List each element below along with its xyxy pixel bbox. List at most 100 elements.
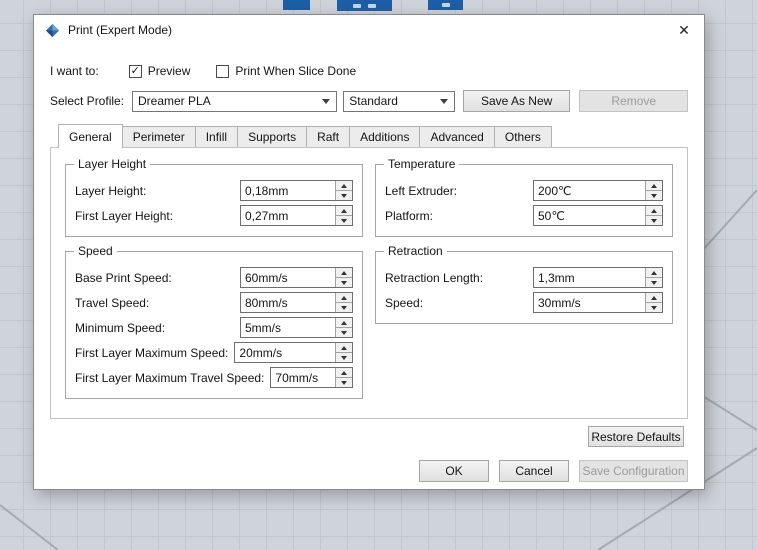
- dialog-titlebar[interactable]: Print (Expert Mode) ✕: [34, 15, 704, 45]
- base-print-speed-spinbox[interactable]: 60mm/s: [240, 267, 353, 288]
- toolbar-icon-fragment: [353, 4, 361, 8]
- toolbar-button-fragment[interactable]: [428, 0, 463, 10]
- close-button[interactable]: ✕: [670, 18, 698, 42]
- travel-speed-spinbox[interactable]: 80mm/s: [240, 292, 353, 313]
- spin-down-button[interactable]: [336, 190, 352, 200]
- spin-up-icon: [341, 321, 347, 325]
- retraction-speed-row: Speed: 30mm/s: [385, 292, 663, 313]
- spin-up-icon: [651, 296, 657, 300]
- toolbar-button-fragment[interactable]: [283, 0, 310, 10]
- ok-button[interactable]: OK: [419, 460, 489, 482]
- select-profile-label: Select Profile:: [50, 94, 132, 108]
- i-want-to-row: I want to: ✓ Preview Print When Slice Do…: [50, 61, 688, 81]
- preview-checkbox-group[interactable]: ✓ Preview: [129, 64, 191, 78]
- base-print-speed-value[interactable]: 60mm/s: [241, 268, 335, 287]
- spin-down-button[interactable]: [336, 277, 352, 287]
- left-extruder-label: Left Extruder:: [385, 184, 533, 198]
- left-extruder-temp-spinbox[interactable]: 200℃: [533, 180, 663, 201]
- retraction-speed-value[interactable]: 30mm/s: [534, 293, 645, 312]
- tab-infill[interactable]: Infill: [195, 126, 238, 147]
- spin-down-icon: [341, 331, 347, 335]
- close-icon: ✕: [678, 22, 690, 39]
- minimum-speed-value[interactable]: 5mm/s: [241, 318, 335, 337]
- viewport-3d[interactable]: Print (Expert Mode) ✕ I want to: ✓ Previ…: [0, 0, 757, 550]
- spin-up-button[interactable]: [336, 293, 352, 302]
- tab-additions[interactable]: Additions: [349, 126, 420, 147]
- quality-dropdown[interactable]: Standard: [343, 91, 455, 112]
- spin-down-button[interactable]: [336, 377, 352, 387]
- tab-supports[interactable]: Supports: [237, 126, 307, 147]
- first-layer-height-spinbox[interactable]: 0,27mm: [240, 205, 353, 226]
- general-tab-panel: Layer Height Layer Height: 0,18mm: [50, 147, 688, 419]
- tab-advanced[interactable]: Advanced: [419, 126, 494, 147]
- spin-up-button[interactable]: [336, 318, 352, 327]
- left-column: Layer Height Layer Height: 0,18mm: [65, 164, 363, 399]
- spin-up-icon: [341, 296, 347, 300]
- first-layer-max-travel-speed-label: First Layer Maximum Travel Speed:: [75, 371, 264, 385]
- retraction-length-value[interactable]: 1,3mm: [534, 268, 645, 287]
- toolbar-button-fragment[interactable]: [337, 0, 392, 11]
- layer-height-row: Layer Height: 0,18mm: [75, 180, 353, 201]
- spin-up-button[interactable]: [646, 181, 662, 190]
- spin-down-icon: [651, 306, 657, 310]
- spin-up-icon: [341, 209, 347, 213]
- platform-temp-spinbox[interactable]: 50℃: [533, 205, 663, 226]
- spin-up-button[interactable]: [336, 206, 352, 215]
- layer-height-value[interactable]: 0,18mm: [241, 181, 335, 200]
- save-as-new-label: Save As New: [481, 94, 552, 108]
- spin-down-button[interactable]: [336, 302, 352, 312]
- first-layer-height-label: First Layer Height:: [75, 209, 240, 223]
- platform-label: Platform:: [385, 209, 533, 223]
- travel-speed-value[interactable]: 80mm/s: [241, 293, 335, 312]
- restore-defaults-row: Restore Defaults: [50, 426, 688, 447]
- profile-dropdown[interactable]: Dreamer PLA: [132, 91, 337, 112]
- spin-up-button[interactable]: [646, 206, 662, 215]
- settings-tab-bar: General Perimeter Infill Supports Raft A…: [50, 124, 688, 147]
- platform-temp-value[interactable]: 50℃: [534, 206, 645, 225]
- tab-general[interactable]: General: [58, 124, 123, 148]
- spin-down-button[interactable]: [646, 277, 662, 287]
- print-when-slice-done-checkbox[interactable]: [216, 65, 229, 78]
- tab-others[interactable]: Others: [494, 126, 552, 147]
- first-layer-max-speed-spinbox[interactable]: 20mm/s: [234, 342, 353, 363]
- spin-up-button[interactable]: [336, 368, 352, 377]
- spin-down-button[interactable]: [336, 327, 352, 337]
- minimum-speed-spinbox[interactable]: 5mm/s: [240, 317, 353, 338]
- tab-raft[interactable]: Raft: [306, 126, 350, 147]
- base-print-speed-label: Base Print Speed:: [75, 271, 240, 285]
- spin-up-button[interactable]: [336, 268, 352, 277]
- tab-perimeter[interactable]: Perimeter: [122, 126, 196, 147]
- spin-up-button[interactable]: [336, 181, 352, 190]
- print-when-slice-done-checkbox-group[interactable]: Print When Slice Done: [216, 64, 356, 78]
- left-extruder-temp-value[interactable]: 200℃: [534, 181, 645, 200]
- first-layer-max-travel-speed-value[interactable]: 70mm/s: [271, 368, 335, 387]
- spin-up-button[interactable]: [336, 343, 352, 352]
- first-layer-max-speed-row: First Layer Maximum Speed: 20mm/s: [75, 342, 353, 363]
- toolbar-icon-fragment: [442, 3, 450, 7]
- spin-up-button[interactable]: [646, 293, 662, 302]
- spin-down-button[interactable]: [336, 352, 352, 362]
- app-logo-icon: [45, 23, 60, 38]
- layer-height-spinbox[interactable]: 0,18mm: [240, 180, 353, 201]
- retraction-group-title: Retraction: [384, 244, 447, 258]
- spin-up-button[interactable]: [646, 268, 662, 277]
- spin-down-button[interactable]: [336, 215, 352, 225]
- spin-down-button[interactable]: [646, 215, 662, 225]
- first-layer-max-travel-speed-spinbox[interactable]: 70mm/s: [270, 367, 353, 388]
- retraction-length-spinbox[interactable]: 1,3mm: [533, 267, 663, 288]
- spin-down-button[interactable]: [646, 302, 662, 312]
- print-when-slice-done-label: Print When Slice Done: [235, 64, 356, 78]
- restore-defaults-button[interactable]: Restore Defaults: [588, 426, 684, 447]
- preview-checkbox[interactable]: ✓: [129, 65, 142, 78]
- retraction-speed-spinbox[interactable]: 30mm/s: [533, 292, 663, 313]
- cancel-button[interactable]: Cancel: [499, 460, 569, 482]
- first-layer-max-speed-value[interactable]: 20mm/s: [235, 343, 335, 362]
- spin-down-icon: [651, 281, 657, 285]
- save-as-new-button[interactable]: Save As New: [463, 90, 571, 112]
- first-layer-height-value[interactable]: 0,27mm: [241, 206, 335, 225]
- remove-label: Remove: [611, 94, 656, 108]
- spin-down-button[interactable]: [646, 190, 662, 200]
- dialog-footer: OK Cancel Save Configuration: [50, 460, 688, 482]
- left-extruder-row: Left Extruder: 200℃: [385, 180, 663, 201]
- temperature-group: Temperature Left Extruder: 200℃: [375, 164, 673, 237]
